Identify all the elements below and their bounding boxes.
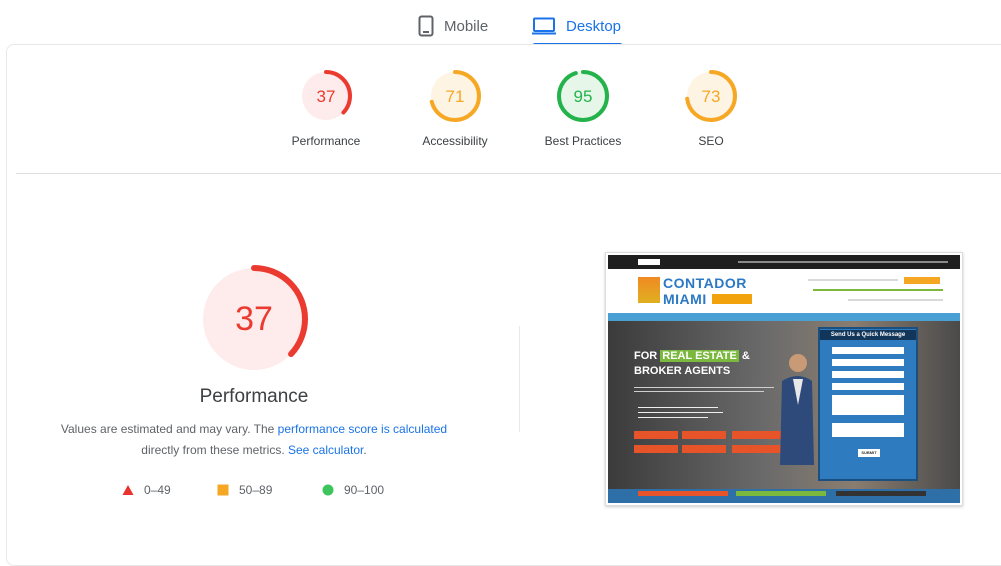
square-icon [217,484,229,496]
screenshot-hero-title: FOR REAL ESTATE & BROKER AGENTS [634,349,750,379]
section-divider [16,173,1001,174]
screenshot-form-title: Send Us a Quick Message [820,330,916,340]
gauge-label: SEO [698,134,724,148]
screenshot-contact-form: Send Us a Quick Message SUBMIT [818,327,918,481]
screenshot-logo-mark [638,277,660,303]
gauge-seo[interactable]: 73 SEO [656,70,766,148]
note-text: Values are estimated and may vary. The [60,422,278,436]
category-scores: 37 Performance 71 Accessibility 95 Best … [0,70,1001,160]
gauge-value: 73 [702,87,721,106]
gauge-performance[interactable]: 37 Performance [271,70,381,148]
gauge-accessibility[interactable]: 71 Accessibility [400,70,510,148]
gauge-label: Accessibility [422,134,488,148]
screenshot-hero: FOR REAL ESTATE & BROKER AGENTS Send Us … [608,321,960,489]
note-text: . [363,443,367,457]
gauge-ring: 73 [685,70,737,122]
screenshot-logo-text: CONTADOR [663,275,747,291]
gauge-ring: 37 [300,70,352,122]
circle-icon [322,484,334,496]
gauge-best-practices[interactable]: 95 Best Practices [528,70,638,148]
legend-range: 50–89 [239,483,273,497]
screenshot-header: CONTADOR MIAMI [608,269,960,313]
triangle-icon [122,485,134,495]
score-note: Values are estimated and may vary. The p… [40,419,468,461]
screenshot-submit-button: SUBMIT [858,449,880,457]
hero-text: & [738,350,750,362]
gauge-value: 71 [446,87,465,106]
hero-text: FOR [634,350,661,362]
tab-mobile-label: Mobile [444,17,489,35]
tab-desktop[interactable]: Desktop [532,8,621,44]
hero-text: BROKER AGENTS [634,365,731,377]
performance-gauge-large: 37 [200,265,308,373]
phone-icon [418,15,434,37]
performance-score-value: 37 [235,300,273,338]
see-calculator-link[interactable]: See calculator [288,443,363,457]
legend-range: 90–100 [344,483,385,497]
legend-average: 50–89 [217,482,272,498]
performance-title: Performance [199,386,309,407]
gauge-ring: 95 [557,70,609,122]
legend-fail: 0–49 [122,482,171,498]
gauge-value: 95 [574,87,593,106]
tab-desktop-label: Desktop [566,17,622,35]
note-text: directly from these metrics. [141,443,288,457]
gauge-ring: 71 [429,70,481,122]
vertical-separator [519,326,520,432]
desktop-icon [532,17,556,35]
screenshot-person-image [780,354,814,465]
hero-highlight: REAL ESTATE [660,350,739,362]
screenshot-nav [608,313,960,321]
legend-pass: 90–100 [322,482,384,498]
gauge-label: Performance [291,134,361,148]
screenshot-logo-text-2: MIAMI [663,291,707,307]
device-tabs: Mobile Desktop [0,0,1001,48]
screenshot-footer [608,489,960,503]
final-screenshot: CONTADOR MIAMI FOR REAL ESTATE & BROKER … [605,252,963,506]
tab-mobile[interactable]: Mobile [418,8,488,44]
screenshot-topbar [608,255,960,269]
gauge-value: 37 [317,87,336,106]
legend-range: 0–49 [144,483,171,497]
gauge-label: Best Practices [544,134,622,148]
performance-score-link[interactable]: performance score is calculated [278,422,447,436]
